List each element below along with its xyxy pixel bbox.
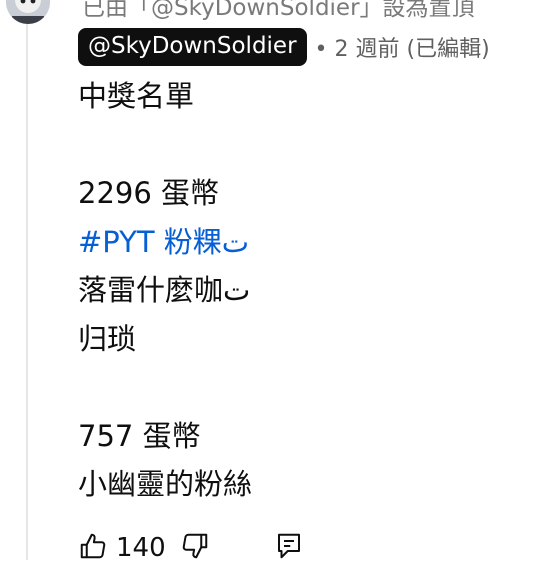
comment-line-6: 归琐 xyxy=(78,321,137,356)
comment-header: @SkyDownSoldier • 2 週前 (已編輯) xyxy=(78,28,490,66)
comment-actions: 140 xyxy=(78,528,304,568)
comment-line-9: 小幽靈的粉絲 xyxy=(78,467,253,501)
comment-body: 中獎名單 2296 蛋幣 #PYT 粉粿ت 落雷什麼咖ت 归琐 757 蛋幣 小… xyxy=(78,72,548,509)
author-mention-chip[interactable]: @SkyDownSoldier xyxy=(78,28,307,66)
avatar-image xyxy=(6,0,50,24)
comment-line-3: 2296 蛋幣 xyxy=(78,176,220,210)
thread-line xyxy=(26,0,28,560)
hashtag-link[interactable]: #PYT 粉粿ت xyxy=(78,218,548,267)
comment-line-blank-2 xyxy=(78,363,548,412)
comment-line-blank-1 xyxy=(78,121,548,170)
comment-line-8: 757 蛋幣 xyxy=(78,418,201,453)
comment-timestamp[interactable]: • 2 週前 (已編輯) xyxy=(315,31,490,63)
comment-line-5: 落雷什麼咖ت xyxy=(78,273,251,307)
like-count: 140 xyxy=(116,533,166,563)
comment-line-1: 中獎名單 xyxy=(78,79,195,113)
avatar[interactable] xyxy=(6,0,50,24)
pinned-by-label: 已由「@SkyDownSoldier」設為置頂 xyxy=(82,0,475,21)
